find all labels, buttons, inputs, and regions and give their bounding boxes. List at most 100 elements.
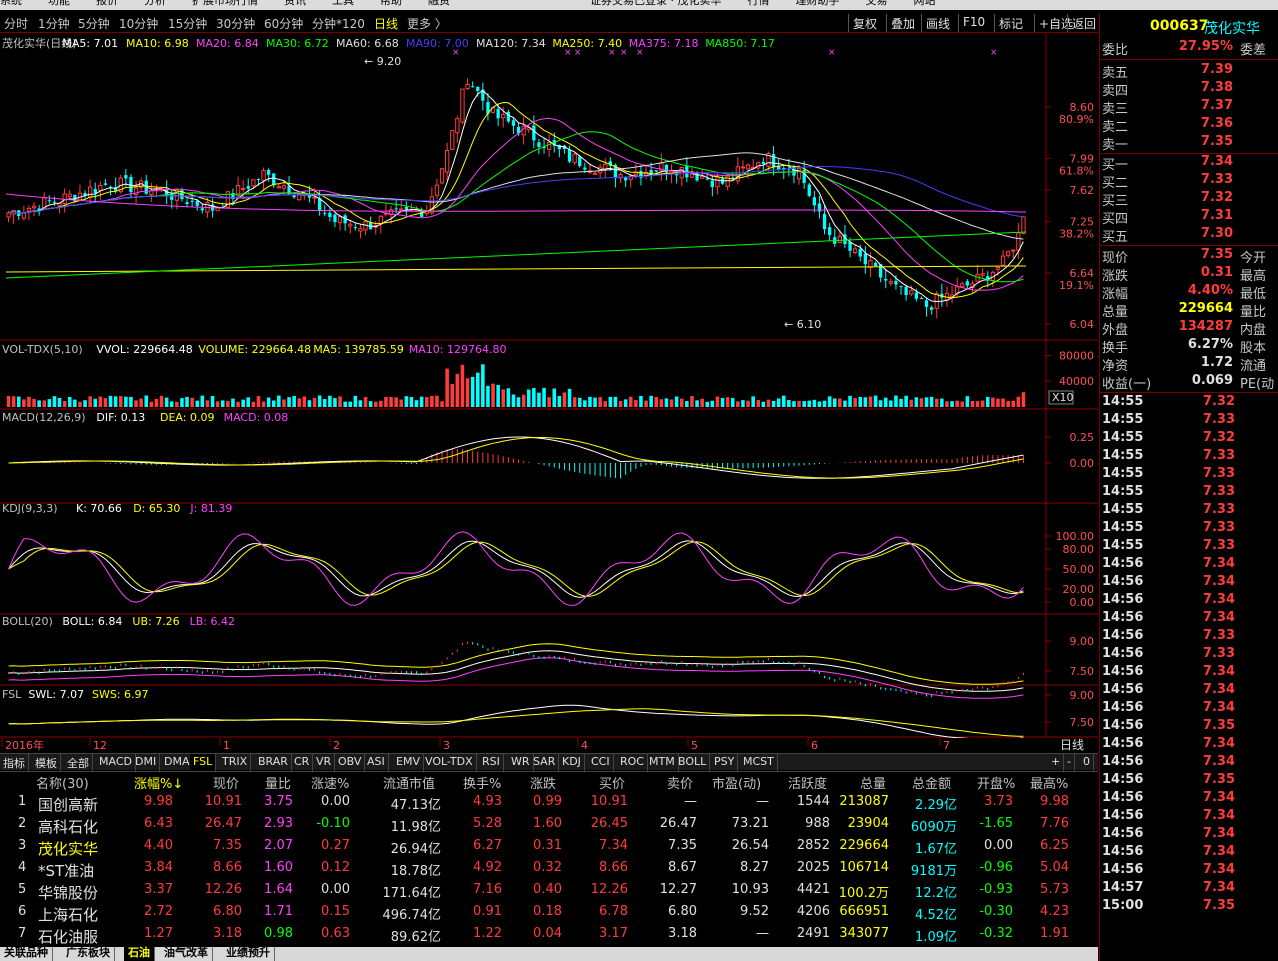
indicator-tab-boll[interactable]: BOLL xyxy=(675,754,711,771)
period-1[interactable]: 1分钟 xyxy=(38,15,70,32)
column-header-15[interactable]: 最高% xyxy=(1030,773,1068,792)
menu-item-6[interactable]: 工具 xyxy=(332,0,354,6)
sector-tab-2[interactable]: 石油 xyxy=(124,947,155,961)
toolbar-button-0[interactable]: 复权 xyxy=(848,14,881,32)
menu-item-10[interactable]: 行情 xyxy=(748,0,770,6)
indicator-tab-rsi[interactable]: RSI xyxy=(479,754,504,771)
toolbar-button-2[interactable]: 画线 xyxy=(921,14,954,32)
price-label-2: MA20: 6.84 xyxy=(196,37,259,50)
menu-item-0[interactable]: 系统 xyxy=(0,0,22,6)
menu-item-7[interactable]: 帮助 xyxy=(380,0,402,6)
menu-item-11[interactable]: 理财助手 xyxy=(796,0,840,6)
dea-line xyxy=(8,437,1024,479)
menu-item-13[interactable]: 网站 xyxy=(914,0,936,6)
menu-item-1[interactable]: 功能 xyxy=(48,0,70,6)
indicator-tab-全部[interactable]: 全部 xyxy=(64,754,93,771)
tick-row: 14:55 7.32 xyxy=(1100,430,1278,448)
column-header-6[interactable]: 换手% xyxy=(463,773,501,792)
period-9[interactable]: 更多 〉 xyxy=(407,15,447,32)
column-header-14[interactable]: 开盘% xyxy=(977,773,1015,792)
column-header-4[interactable]: 涨速% xyxy=(311,773,349,792)
menu-item-5[interactable]: 资讯 xyxy=(284,0,306,6)
menu-item-3[interactable]: 分析 xyxy=(144,0,166,6)
period-7[interactable]: 分钟*120 xyxy=(312,15,365,32)
indicator-tab-vr[interactable]: VR xyxy=(313,754,336,771)
column-header-10[interactable]: 市盈(动) xyxy=(712,773,761,792)
table-row-name[interactable]: 茂化实华 xyxy=(38,838,98,859)
stat-6-label2: 流通 xyxy=(1240,359,1267,374)
column-header-8[interactable]: 买价 xyxy=(599,773,625,792)
column-header-1[interactable]: 涨幅%↓ xyxy=(134,773,183,792)
table-row-name[interactable]: 高科石化 xyxy=(38,816,98,837)
sector-tab-4[interactable]: 业绩预升 xyxy=(222,947,275,961)
nav-button-2[interactable]: 0 xyxy=(1080,754,1094,771)
period-6[interactable]: 60分钟 xyxy=(264,15,303,32)
kline-chart-area[interactable]: 茂化实华(日线) MA5: 7.01 MA10: 6.98 MA20: 6.84 MA3… xyxy=(0,34,1098,752)
toolbar-button-4[interactable]: 标记 xyxy=(994,14,1027,32)
indicator-tab-kdj[interactable]: KDJ xyxy=(559,754,585,771)
indicator-tab-psy[interactable]: PSY xyxy=(711,754,739,771)
volume-bar xyxy=(873,395,878,407)
sector-tab-1[interactable]: 广东板块 xyxy=(62,947,115,961)
volume-bar xyxy=(159,395,164,407)
toolbar-button-6[interactable]: 返回 xyxy=(1067,14,1100,32)
period-8[interactable]: 日线 xyxy=(374,15,398,32)
column-header-2[interactable]: 现价 xyxy=(213,773,239,792)
volume-bar xyxy=(414,400,419,407)
indicator-tab-asi[interactable]: ASI xyxy=(364,754,389,771)
indicator-tab-mtm[interactable]: MTM xyxy=(646,754,679,771)
column-header-5[interactable]: 流通市值 xyxy=(383,773,435,792)
period-2[interactable]: 5分钟 xyxy=(78,15,110,32)
indicator-tab-sar[interactable]: SAR xyxy=(530,754,560,771)
indicator-tab-vol-tdx[interactable]: VOL-TDX xyxy=(422,754,477,771)
table-row-name[interactable]: 上海石化 xyxy=(38,904,98,925)
indicator-tab-模板[interactable]: 模板 xyxy=(32,754,61,771)
menu-item-2[interactable]: 报价 xyxy=(96,0,118,6)
sector-tab-3[interactable]: 油气改革 xyxy=(160,947,213,961)
nav-button-0[interactable]: + xyxy=(1048,754,1065,771)
menu-item-8[interactable]: 融资 xyxy=(428,0,450,6)
indicator-tab-fsl[interactable]: FSL xyxy=(190,754,217,771)
tick-row: 14:56 7.34 xyxy=(1100,790,1278,808)
indicator-tab-brar[interactable]: BRAR xyxy=(255,754,292,771)
volume-bar xyxy=(766,399,771,407)
column-header-11[interactable]: 活跃度 xyxy=(788,773,827,792)
indicator-tab-trix[interactable]: TRIX xyxy=(219,754,252,771)
indicator-tab-cci[interactable]: CCI xyxy=(588,754,614,771)
column-header-9[interactable]: 卖价 xyxy=(667,773,693,792)
column-header-12[interactable]: 总量 xyxy=(860,773,886,792)
indicator-tab-emv[interactable]: EMV xyxy=(393,754,424,771)
indicator-tab-指标[interactable]: 指标 xyxy=(0,754,29,771)
period-0[interactable]: 分时 xyxy=(4,15,28,32)
stat-7: 收益(一) 0.069 PE(动 xyxy=(1100,373,1278,392)
table-row-name[interactable]: *ST准油 xyxy=(38,860,94,881)
column-header-3[interactable]: 量比 xyxy=(265,773,291,792)
period-5[interactable]: 30分钟 xyxy=(216,15,255,32)
table-row-name[interactable]: 华锦股份 xyxy=(38,882,98,903)
date-label-0: 2016年 xyxy=(5,738,44,752)
menu-item-9[interactable]: 证券交易已登录 · 茂化实华 xyxy=(590,0,722,6)
indicator-tab-macd[interactable]: MACD xyxy=(96,754,136,771)
nav-button-1[interactable]: - xyxy=(1064,754,1075,771)
toolbar-button-1[interactable]: 叠加 xyxy=(886,14,919,32)
indicator-tab-dma[interactable]: DMA xyxy=(161,754,194,771)
column-header-0[interactable]: 名称(30) xyxy=(36,773,89,792)
column-header-7[interactable]: 涨跌 xyxy=(530,773,556,792)
event-marker: × xyxy=(574,48,582,58)
period-4[interactable]: 15分钟 xyxy=(168,15,207,32)
indicator-tab-dmi[interactable]: DMI xyxy=(132,754,161,771)
menu-item-12[interactable]: 交易 xyxy=(866,0,888,6)
period-3[interactable]: 10分钟 xyxy=(119,15,158,32)
table-row-name[interactable]: 国创高新 xyxy=(38,794,98,815)
column-header-13[interactable]: 总金额 xyxy=(912,773,951,792)
indicator-tab-cr[interactable]: CR xyxy=(291,754,314,771)
indicator-tab-obv[interactable]: OBV xyxy=(335,754,366,771)
indicator-tab-roc[interactable]: ROC xyxy=(617,754,648,771)
tick-row: 14:56 7.33 xyxy=(1100,646,1278,664)
table-row-name[interactable]: 石化油服 xyxy=(38,926,98,947)
indicator-tab-mcst[interactable]: MCST xyxy=(740,754,778,771)
sector-tab-0[interactable]: 关联品种 xyxy=(0,947,53,961)
menu-item-4[interactable]: 扩展市场行情 xyxy=(192,0,258,6)
ask-3: 卖三 7.37 xyxy=(1100,98,1278,117)
toolbar-button-3[interactable]: F10 xyxy=(958,14,989,32)
